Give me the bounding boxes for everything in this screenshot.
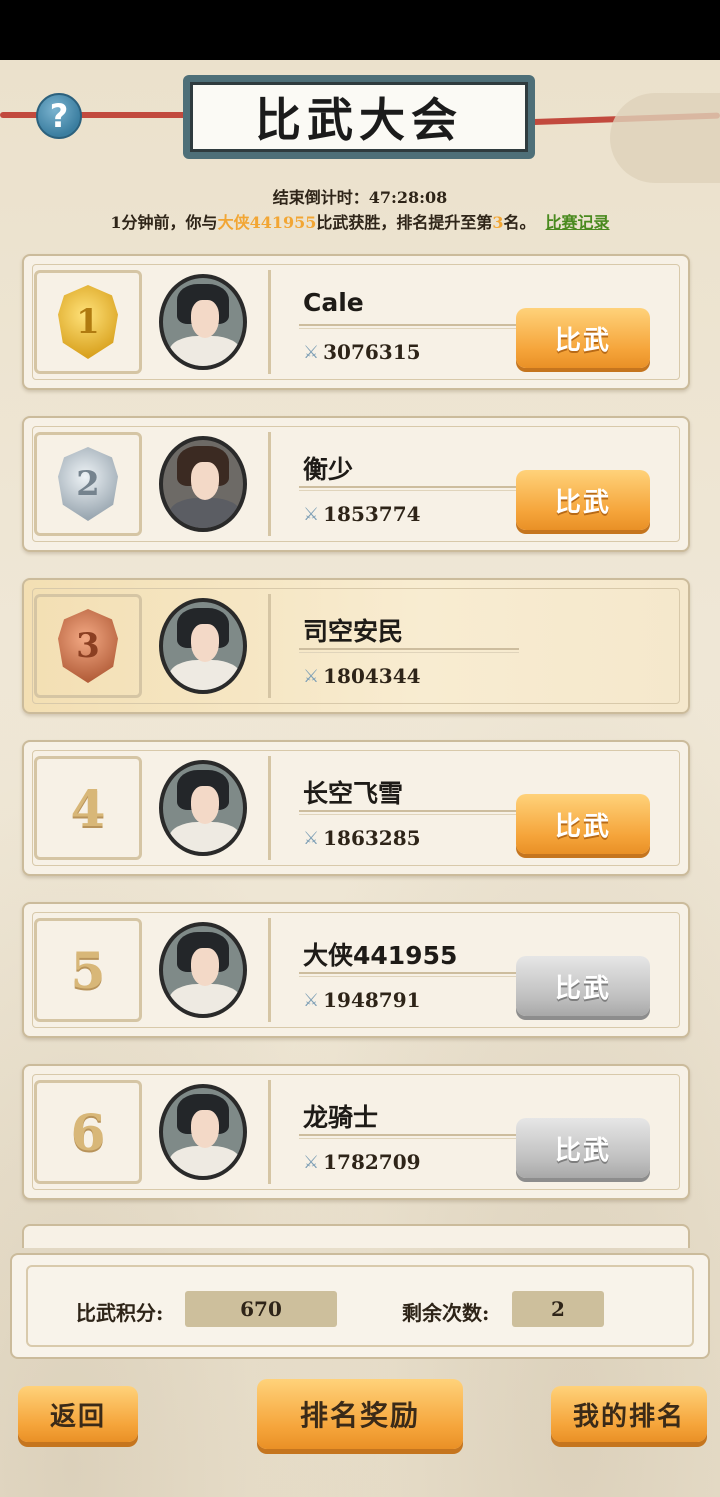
remaining-value: 2 <box>512 1291 604 1327</box>
player-name: 龙骑士 <box>303 1103 379 1132</box>
crossed-swords-icon: ⚔ <box>303 989 320 1011</box>
rank-number: 4 <box>70 778 106 838</box>
rank-badge: 2 <box>34 432 142 536</box>
points-label: 比武积分: <box>76 1301 164 1325</box>
player-info: Cale ⚔ 3076315 比武 <box>268 270 678 374</box>
countdown: 结束倒计时：47:28:08 <box>0 184 720 208</box>
rank-badge: 6 <box>34 1080 142 1184</box>
battle-notice: 1分钟前，你与大侠441955比武获胜，排名提升至第3名。 比赛记录 <box>0 209 720 233</box>
red-rope-left <box>0 112 200 118</box>
challenge-button[interactable]: 比武 <box>516 794 650 854</box>
rank-number: 6 <box>70 1102 106 1162</box>
avatar[interactable] <box>159 436 247 532</box>
cloud-decoration <box>610 93 720 183</box>
status-bar <box>0 0 720 60</box>
bronze-medal-icon: 3 <box>58 609 118 683</box>
player-name: 衡少 <box>303 455 354 484</box>
remaining-label: 剩余次数: <box>402 1301 490 1325</box>
player-name: 大侠441955 <box>303 941 458 970</box>
rank-badge: 3 <box>34 594 142 698</box>
avatar[interactable] <box>159 922 247 1018</box>
silver-medal-icon: 2 <box>58 447 118 521</box>
notice-prefix: 1分钟前，你与 <box>110 213 218 232</box>
points-value: 670 <box>185 1291 337 1327</box>
player-name: 司空安民 <box>303 617 404 646</box>
crossed-swords-icon: ⚔ <box>303 1151 320 1173</box>
player-name: 长空飞雪 <box>303 779 404 808</box>
ranking-row: 6 龙骑士 ⚔ 1782709 比武 <box>22 1064 690 1200</box>
page-title: 比武大会 <box>190 82 528 152</box>
ranking-row-self: 3 司空安民 ⚔ 1804344 <box>22 578 690 714</box>
ranking-row: 5 大侠441955 ⚔ 1948791 比武 <box>22 902 690 1038</box>
crossed-swords-icon: ⚔ <box>303 827 320 849</box>
player-name: Cale <box>303 288 364 317</box>
player-info: 龙骑士 ⚔ 1782709 比武 <box>268 1080 678 1184</box>
player-power: ⚔ 3076315 <box>303 340 421 364</box>
avatar[interactable] <box>159 1084 247 1180</box>
power-value: 1853774 <box>323 502 421 526</box>
power-value: 3076315 <box>323 340 421 364</box>
countdown-time: 47:28:08 <box>368 188 448 207</box>
crossed-swords-icon: ⚔ <box>303 665 320 687</box>
rank-rewards-button[interactable]: 排名奖励 <box>257 1379 463 1449</box>
ranking-row-partial <box>22 1224 690 1248</box>
match-record-link[interactable]: 比赛记录 <box>546 213 610 232</box>
rank-badge: 4 <box>34 756 142 860</box>
avatar[interactable] <box>159 598 247 694</box>
power-value: 1782709 <box>323 1150 421 1174</box>
player-power: ⚔ 1782709 <box>303 1150 421 1174</box>
help-icon[interactable]: ? <box>36 93 82 139</box>
title-plaque: 比武大会 <box>183 75 535 159</box>
power-value: 1804344 <box>323 664 421 688</box>
challenge-button-disabled[interactable]: 比武 <box>516 1118 650 1178</box>
crossed-swords-icon: ⚔ <box>303 341 320 363</box>
notice-opponent: 大侠441955 <box>217 213 317 232</box>
back-button[interactable]: 返回 <box>18 1386 138 1442</box>
stats-panel: 比武积分: 670 剩余次数: 2 <box>10 1253 710 1359</box>
ranking-row: 4 长空飞雪 ⚔ 1863285 比武 <box>22 740 690 876</box>
player-info: 衡少 ⚔ 1853774 比武 <box>268 432 678 536</box>
rank-badge: 5 <box>34 918 142 1022</box>
challenge-button[interactable]: 比武 <box>516 470 650 530</box>
crossed-swords-icon: ⚔ <box>303 503 320 525</box>
player-power: ⚔ 1863285 <box>303 826 421 850</box>
ranking-row: 1 Cale ⚔ 3076315 比武 <box>22 254 690 390</box>
player-power: ⚔ 1948791 <box>303 988 421 1012</box>
challenge-button[interactable]: 比武 <box>516 308 650 368</box>
power-value: 1948791 <box>323 988 421 1012</box>
notice-middle: 比武获胜，排名提升至第 <box>316 213 493 232</box>
rank-badge: 1 <box>34 270 142 374</box>
gold-medal-icon: 1 <box>58 285 118 359</box>
avatar[interactable] <box>159 274 247 370</box>
player-power: ⚔ 1804344 <box>303 664 421 688</box>
player-info: 大侠441955 ⚔ 1948791 比武 <box>268 918 678 1022</box>
rank-number: 5 <box>70 940 106 1000</box>
notice-rank: 3 <box>492 213 504 232</box>
avatar[interactable] <box>159 760 247 856</box>
my-rank-button[interactable]: 我的排名 <box>551 1386 707 1442</box>
player-info: 长空飞雪 ⚔ 1863285 比武 <box>268 756 678 860</box>
power-value: 1863285 <box>323 826 421 850</box>
ranking-row: 2 衡少 ⚔ 1853774 比武 <box>22 416 690 552</box>
player-info: 司空安民 ⚔ 1804344 <box>268 594 678 698</box>
player-power: ⚔ 1853774 <box>303 502 421 526</box>
challenge-button-disabled[interactable]: 比武 <box>516 956 650 1016</box>
notice-suffix: 名。 <box>503 213 536 232</box>
countdown-label: 结束倒计时： <box>272 188 369 207</box>
